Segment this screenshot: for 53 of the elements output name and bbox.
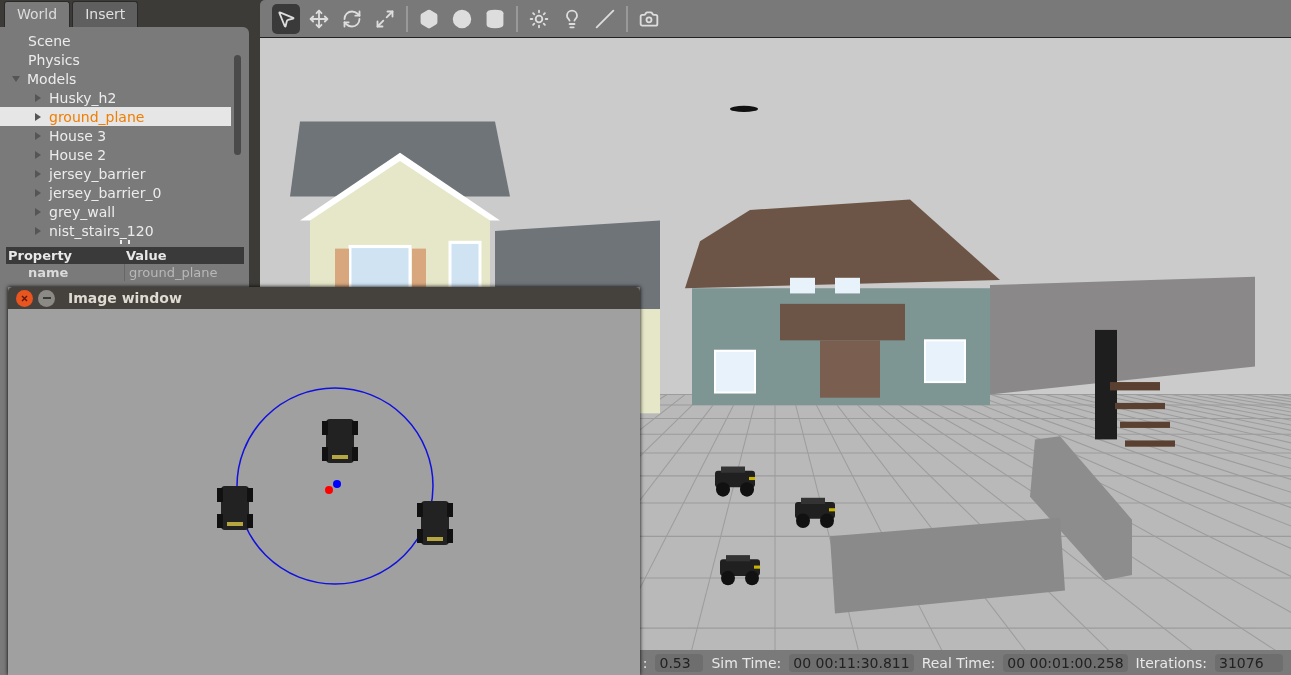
- status-label: Sim Time:: [711, 654, 782, 671]
- tree-item[interactable]: Scene: [0, 31, 231, 50]
- close-icon: [21, 294, 28, 302]
- column-header: Value: [125, 247, 168, 264]
- tree-item[interactable]: Models: [0, 69, 231, 88]
- scale-icon: [375, 8, 395, 29]
- status-field: 31076: [1215, 653, 1283, 672]
- scrollbar-thumb[interactable]: [234, 55, 241, 155]
- status-label: Real Time:: [921, 654, 996, 671]
- splitter-grip-icon[interactable]: [119, 240, 130, 244]
- status-field: 00 00:01:00.258: [1003, 653, 1128, 672]
- tree-item[interactable]: nist_stairs_120: [0, 221, 231, 240]
- shadow-drawing: [730, 105, 758, 112]
- status-field: 0.53: [655, 653, 704, 672]
- box-icon: [419, 8, 439, 29]
- tree-item[interactable]: grey_wall: [0, 202, 231, 221]
- sphere-icon: [452, 8, 472, 29]
- tree-item[interactable]: Physics: [0, 50, 231, 69]
- target-dot: [325, 486, 333, 494]
- minimize-button[interactable]: [38, 289, 55, 307]
- robot-drawing: [715, 466, 755, 497]
- robot-drawing: [417, 501, 453, 545]
- position-dot: [333, 480, 341, 488]
- panel-tab[interactable]: World: [4, 1, 71, 27]
- tool-button[interactable]: [272, 3, 300, 34]
- robot-drawing: [322, 419, 358, 463]
- arrow-pointer-icon: [276, 8, 296, 29]
- status-label: :: [642, 654, 648, 671]
- status-label: Iterations:: [1135, 654, 1207, 671]
- caret-right-icon[interactable]: [34, 112, 42, 121]
- caret-down-icon[interactable]: [12, 74, 20, 83]
- tree-item[interactable]: jersey_barrier_0: [0, 183, 231, 202]
- minimize-icon: [42, 297, 51, 299]
- tree-item[interactable]: House 2: [0, 145, 231, 164]
- panel-tab[interactable]: Insert: [72, 1, 139, 27]
- rotate-icon: [342, 8, 362, 29]
- robot-drawing: [217, 486, 253, 530]
- tree-item[interactable]: ground_plane: [0, 107, 231, 126]
- sun-icon: [529, 8, 549, 29]
- window-title: Image window: [68, 290, 182, 306]
- move-arrows-icon: [309, 8, 329, 29]
- tree-item[interactable]: jersey_barrier: [0, 164, 231, 183]
- cylinder-icon: [485, 8, 505, 29]
- property-value: ground_plane: [124, 264, 244, 281]
- tree-item[interactable]: Husky_h2: [0, 88, 231, 107]
- column-header: Property: [7, 247, 74, 264]
- property-name: name: [27, 264, 70, 281]
- camera-icon: [639, 8, 659, 29]
- status-field: 00 00:11:30.811: [789, 653, 914, 672]
- robot-drawing: [720, 555, 760, 586]
- close-button[interactable]: [16, 289, 33, 307]
- tree-item[interactable]: House 3: [0, 126, 231, 145]
- robot-drawing: [795, 497, 835, 528]
